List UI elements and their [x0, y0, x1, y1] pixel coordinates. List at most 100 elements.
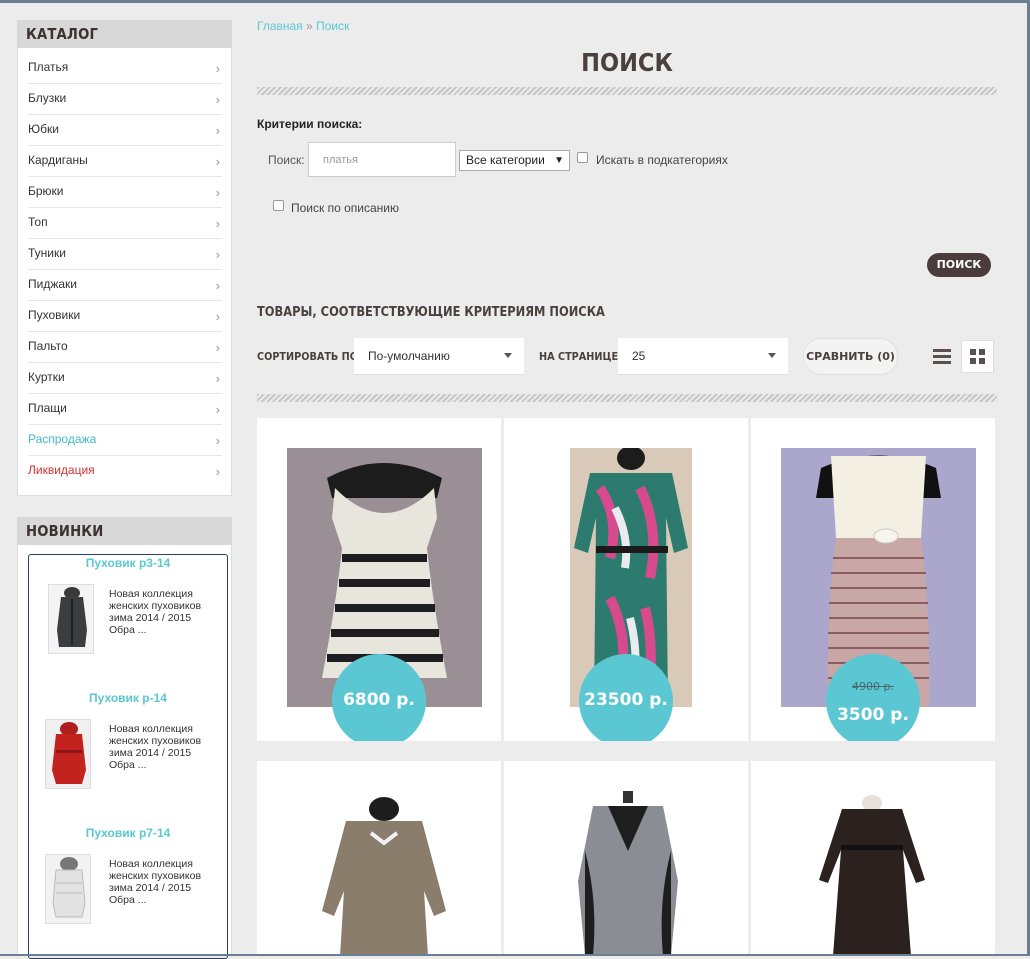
- divider: [257, 87, 997, 95]
- new-arrivals-title: НОВИНКИ: [26, 522, 104, 540]
- breadcrumb-home-link[interactable]: Главная: [257, 19, 303, 33]
- sidebar-item-label: Куртки: [28, 370, 65, 384]
- product-price: 3500 р.: [837, 705, 909, 725]
- description-label: Поиск по описанию: [291, 201, 399, 215]
- caret-down-icon: [768, 353, 776, 358]
- product-image[interactable]: [316, 791, 452, 956]
- chevron-right-icon: ›: [215, 402, 220, 417]
- product-price: 23500 р.: [584, 690, 668, 710]
- new-item-title[interactable]: Пуховик р3-14: [29, 556, 227, 570]
- sidebar-item-coats[interactable]: Пальто ›: [28, 331, 222, 363]
- sidebar-item-tunics[interactable]: Туники ›: [28, 238, 222, 270]
- category-select[interactable]: Все категории ▼: [459, 150, 570, 171]
- sidebar-item-label: Топ: [28, 215, 48, 229]
- product-card[interactable]: [257, 761, 501, 956]
- sidebar-item-label: Пуховики: [28, 308, 81, 322]
- sidebar-item-dresses[interactable]: Платья ›: [28, 52, 222, 84]
- subcategories-label: Искать в подкатегориях: [596, 153, 728, 167]
- criteria-label: Критерии поиска:: [257, 117, 363, 131]
- sidebar-item-label: Пиджаки: [28, 277, 77, 291]
- sidebar-item-label: Туники: [28, 246, 66, 260]
- chevron-right-icon: ›: [215, 433, 220, 448]
- catalog-header: КАТАЛОГ: [17, 20, 232, 49]
- sort-label: СОРТИРОВАТЬ ПО:: [257, 350, 362, 363]
- sidebar-item-raincoats[interactable]: Плащи ›: [28, 393, 222, 425]
- search-input[interactable]: [308, 142, 456, 177]
- chevron-right-icon: ›: [215, 185, 220, 200]
- sidebar-item-liquidation[interactable]: Ликвидация ›: [28, 455, 222, 486]
- list-view-icon[interactable]: [932, 347, 952, 367]
- new-arrivals-list: Пуховик р3-14 Новая коллекция женских пу…: [28, 554, 228, 959]
- price-badge: 4900 р. 3500 р.: [826, 654, 920, 741]
- page-title: ПОИСК: [581, 48, 673, 77]
- chevron-right-icon: ›: [215, 371, 220, 386]
- subcategories-checkbox[interactable]: [577, 152, 588, 163]
- sidebar-item-jackets[interactable]: Пиджаки ›: [28, 269, 222, 301]
- sidebar-item-sale[interactable]: Распродажа ›: [28, 424, 222, 456]
- sort-select[interactable]: По-умолчанию: [354, 338, 524, 375]
- sidebar-item-outerwear[interactable]: Куртки ›: [28, 362, 222, 394]
- new-item-title[interactable]: Пуховик р-14: [29, 691, 227, 705]
- sidebar-item-label: Ликвидация: [28, 463, 95, 477]
- new-arrivals-header: НОВИНКИ: [17, 517, 232, 546]
- new-item-description: Новая коллекция женских пуховиков зима 2…: [109, 588, 202, 636]
- product-price: 6800 р.: [343, 690, 415, 710]
- product-image[interactable]: [817, 795, 927, 956]
- chevron-right-icon: ›: [215, 216, 220, 231]
- sidebar-item-label: Юбки: [28, 122, 59, 136]
- sidebar-item-label: Плащи: [28, 401, 67, 415]
- sidebar-item-trousers[interactable]: Брюки ›: [28, 176, 222, 208]
- sidebar-item-label: Платья: [28, 60, 69, 74]
- chevron-right-icon: ›: [215, 123, 220, 138]
- per-page-select[interactable]: 25: [618, 338, 788, 375]
- sidebar-item-label: Пальто: [28, 339, 68, 353]
- per-page-label: НА СТРАНИЦЕ:: [539, 350, 622, 363]
- new-item-thumbnail[interactable]: [45, 854, 91, 924]
- category-select-value: Все категории: [466, 153, 545, 167]
- chevron-right-icon: ›: [215, 278, 220, 293]
- chevron-right-icon: ›: [215, 247, 220, 262]
- new-item-description: Новая коллекция женских пуховиков зима 2…: [109, 858, 202, 906]
- results-heading: ТОВАРЫ, СООТВЕТСТВУЮЩИЕ КРИТЕРИЯМ ПОИСКА: [257, 305, 605, 320]
- sidebar-item-label: Кардиганы: [28, 153, 88, 167]
- search-label: Поиск:: [268, 153, 305, 167]
- sidebar-item-tops[interactable]: Топ ›: [28, 207, 222, 239]
- sidebar-item-skirts[interactable]: Юбки ›: [28, 114, 222, 146]
- compare-button[interactable]: СРАВНИТЬ (0): [803, 338, 898, 375]
- product-card[interactable]: [751, 761, 995, 956]
- product-card[interactable]: 23500 р.: [504, 418, 748, 741]
- search-button[interactable]: ПОИСК: [927, 253, 991, 277]
- product-card[interactable]: 6800 р.: [257, 418, 501, 741]
- breadcrumb-current-link[interactable]: Поиск: [316, 19, 349, 33]
- chevron-right-icon: ›: [215, 464, 220, 479]
- product-image[interactable]: [563, 791, 693, 956]
- sidebar-item-label: Распродажа: [28, 432, 97, 446]
- divider: [257, 394, 997, 402]
- catalog-list: Платья › Блузки › Юбки › Кардиганы › Брюки › …: [17, 48, 232, 496]
- new-item-title[interactable]: Пуховик р7-14: [29, 826, 227, 840]
- breadcrumb: Главная » Поиск: [257, 19, 349, 33]
- chevron-right-icon: ›: [215, 340, 220, 355]
- sidebar-item-down-jackets[interactable]: Пуховики ›: [28, 300, 222, 332]
- description-checkbox[interactable]: [273, 200, 284, 211]
- price-badge: 23500 р.: [579, 654, 673, 741]
- caret-down-icon: ▼: [554, 155, 564, 166]
- sidebar-item-label: Блузки: [28, 91, 67, 105]
- sort-select-value: По-умолчанию: [368, 349, 450, 363]
- product-card[interactable]: 4900 р. 3500 р.: [751, 418, 995, 741]
- new-item-thumbnail[interactable]: [45, 719, 91, 789]
- sidebar-item-cardigans[interactable]: Кардиганы ›: [28, 145, 222, 177]
- breadcrumb-separator: »: [306, 19, 313, 33]
- chevron-right-icon: ›: [215, 61, 220, 76]
- new-item-description: Новая коллекция женских пуховиков зима 2…: [109, 723, 202, 771]
- window-top-border: [0, 0, 1030, 3]
- grid-view-icon[interactable]: [961, 340, 994, 373]
- per-page-select-value: 25: [632, 349, 646, 363]
- chevron-right-icon: ›: [215, 92, 220, 107]
- new-item-thumbnail[interactable]: [48, 584, 94, 654]
- product-card[interactable]: [504, 761, 748, 956]
- caret-down-icon: [504, 353, 512, 358]
- price-badge: 6800 р.: [332, 654, 426, 741]
- sidebar-item-blouses[interactable]: Блузки ›: [28, 83, 222, 115]
- chevron-right-icon: ›: [215, 154, 220, 169]
